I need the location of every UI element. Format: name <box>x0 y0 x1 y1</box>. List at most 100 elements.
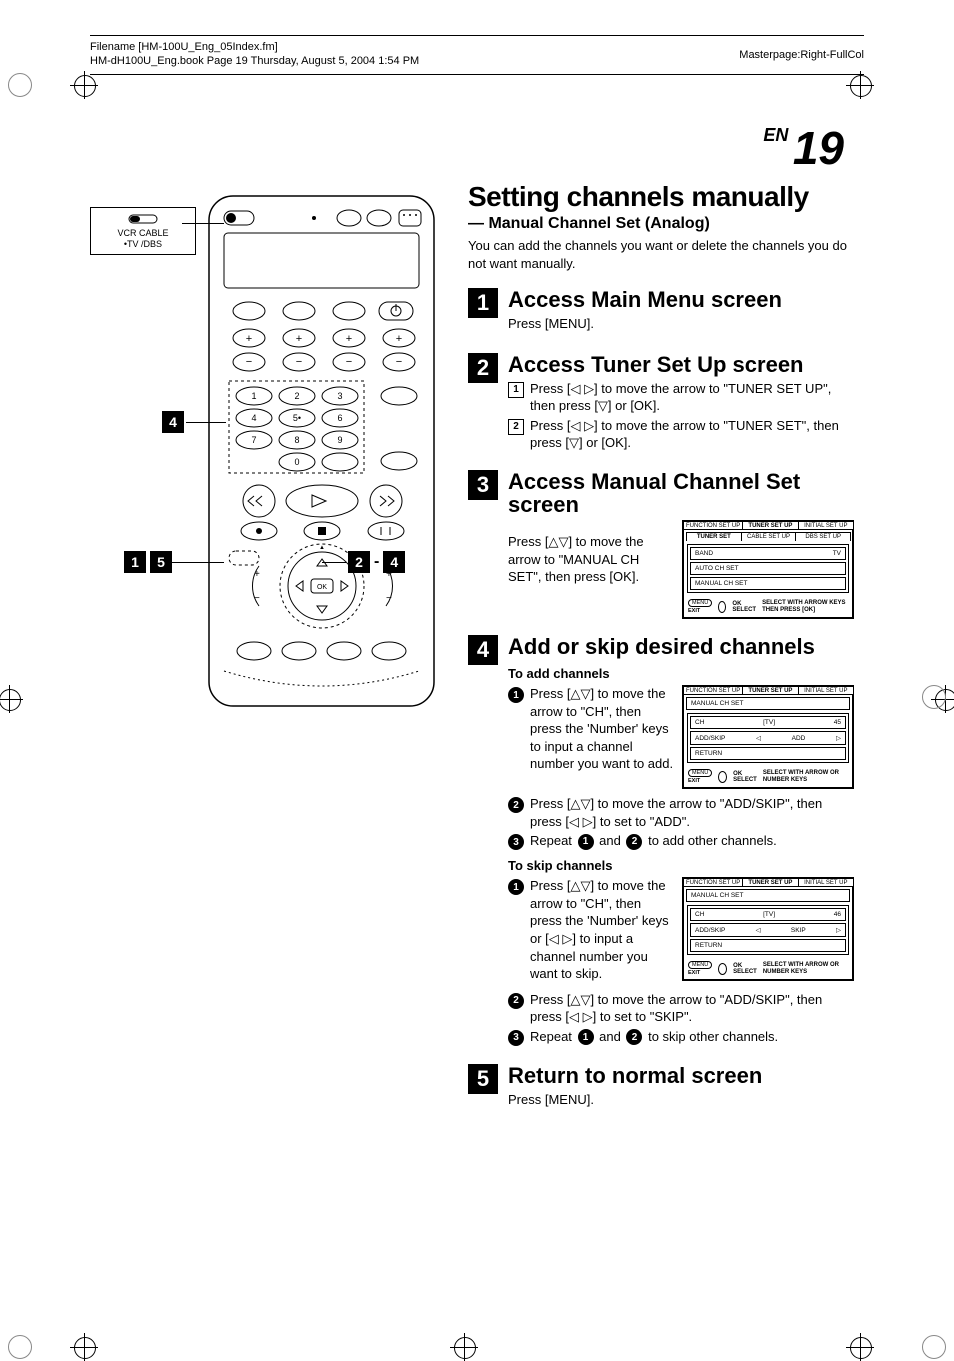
add-circ-1: 1 <box>508 687 524 703</box>
osd2-crumb: MANUAL CH SET <box>686 697 850 710</box>
osd2-t3: INITIAL SET UP <box>798 686 854 695</box>
svg-text:−: − <box>396 356 402 368</box>
svg-text:+: + <box>346 333 352 345</box>
osd3-t3: INITIAL SET UP <box>798 878 854 887</box>
osd3-r2l: ADD/SKIP <box>695 927 725 934</box>
osd1-sub-3: DBS SET UP <box>795 532 851 541</box>
osd-add: FUNCTION SET UP TUNER SET UP INITIAL SET… <box>682 685 854 789</box>
osd2-r1l: CH <box>695 719 704 726</box>
svg-text:+: + <box>396 333 402 345</box>
osd1-tab-1: FUNCTION SET UP <box>683 521 743 530</box>
crop-circle-bl <box>8 1335 32 1359</box>
crop-circle-br <box>922 1335 946 1359</box>
osd1-r1l: BAND <box>695 550 713 557</box>
step-5-heading: Return to normal screen <box>508 1064 854 1087</box>
svg-text:−: − <box>254 593 260 604</box>
header-band: Filename [HM-100U_Eng_05Index.fm] HM-dH1… <box>90 35 864 75</box>
crop-mark-tl <box>70 71 98 99</box>
osd-tuner-set: FUNCTION SET UP TUNER SET UP INITIAL SET… <box>682 520 854 619</box>
svg-text:5•: 5• <box>293 413 301 423</box>
leader-line-4 <box>186 422 226 423</box>
osd2-exit: EXIT <box>688 778 700 784</box>
svg-text:+: + <box>254 569 260 580</box>
page-num: 19 <box>793 122 844 174</box>
skip-channels-label: To skip channels <box>508 858 854 873</box>
svg-text:3: 3 <box>337 391 342 401</box>
osd1-exit: EXIT <box>688 608 700 614</box>
svg-text:+: + <box>246 333 252 345</box>
skip-circ-1: 1 <box>508 879 524 895</box>
filename-label: Filename [HM-100U_Eng_05Index.fm] <box>90 40 419 54</box>
step-2: 2 Access Tuner Set Up screen 1 Press [◁ … <box>468 353 854 454</box>
step-num-4: 4 <box>468 635 498 665</box>
badge-1: 1 <box>124 551 146 573</box>
crop-mark-tr <box>846 71 874 99</box>
svg-text:−: − <box>296 356 302 368</box>
section-subtitle: — Manual Channel Set (Analog) <box>468 215 854 233</box>
skip-circ-2: 2 <box>508 993 524 1009</box>
badge-5: 5 <box>150 551 172 573</box>
svg-text:−: − <box>386 593 392 604</box>
svg-text:4: 4 <box>251 413 256 423</box>
osd3-crumb: MANUAL CH SET <box>686 889 850 902</box>
svg-text:0: 0 <box>294 457 299 467</box>
svg-text:1: 1 <box>251 391 256 401</box>
step-3-text: Press [△▽] to move the arrow to "MANUAL … <box>508 533 674 586</box>
osd2-r2m: ◁ <box>756 734 761 742</box>
step-5: 5 Return to normal screen Press [MENU]. <box>468 1064 854 1113</box>
osd3-r3: RETURN <box>690 939 846 952</box>
step-4-heading: Add or skip desired channels <box>508 635 854 658</box>
step-2-sub2: Press [◁ ▷] to move the arrow to "TUNER … <box>530 417 854 452</box>
osd3-r2r: SKIP <box>791 927 806 934</box>
remote-illustration: VCR CABLE •TV /DBS 4 1 5 2 - 4 <box>100 191 440 716</box>
osd1-sub-1: TUNER SET <box>686 532 742 541</box>
page-lang: EN <box>763 125 788 145</box>
crop-circle-mr <box>922 685 946 709</box>
step-1-heading: Access Main Menu screen <box>508 288 854 311</box>
svg-text:−: − <box>246 356 252 368</box>
step-4-skip3: Repeat 1 and 2 to skip other channels. <box>530 1028 778 1046</box>
ok-icon <box>718 771 727 783</box>
page-number: EN 19 <box>0 125 844 171</box>
badge-dash: - <box>374 553 379 571</box>
osd2-r1m: [TV] <box>763 719 775 726</box>
osd2-r2r: ADD <box>792 735 806 742</box>
skip-circ-3: 3 <box>508 1030 524 1046</box>
badge-4: 4 <box>162 411 184 433</box>
crop-mark-bl <box>70 1333 98 1361</box>
ok-icon <box>718 963 727 975</box>
osd1-r1r: TV <box>833 550 841 557</box>
section-intro: You can add the channels you want or del… <box>468 237 854 272</box>
slider-icon <box>128 212 158 226</box>
svg-text:OK: OK <box>317 584 327 591</box>
osd2-t2: TUNER SET UP <box>742 686 798 695</box>
masterpage-label: Masterpage:Right-FullCol <box>739 49 864 61</box>
step-4-add1: Press [△▽] to move the arrow to "CH", th… <box>530 685 674 773</box>
osd1-select: SELECT <box>732 607 756 613</box>
step-num-1: 1 <box>468 288 498 318</box>
svg-text:+: + <box>296 333 302 345</box>
leader-line-24 <box>322 562 346 563</box>
svg-text:6: 6 <box>337 413 342 423</box>
svg-text:9: 9 <box>337 435 342 445</box>
step-num-3: 3 <box>468 470 498 500</box>
step-4-add2: Press [△▽] to move the arrow to "ADD/SKI… <box>530 795 854 830</box>
osd3-r1m: [TV] <box>763 911 775 918</box>
substep-box-1: 1 <box>508 382 524 398</box>
step-num-2: 2 <box>468 353 498 383</box>
section-title: Setting channels manually <box>468 181 854 213</box>
osd3-r2m: ◁ <box>756 926 761 934</box>
svg-text:2: 2 <box>294 391 299 401</box>
crop-mark-br <box>846 1333 874 1361</box>
remote-svg: + + + + − − − − 1 2 <box>204 191 439 711</box>
vcr-callout: VCR CABLE •TV /DBS <box>90 207 196 255</box>
badge-2: 2 <box>348 551 370 573</box>
osd2-r2r2: ▷ <box>836 734 841 742</box>
osd2-r2l: ADD/SKIP <box>695 735 725 742</box>
osd1-instr: SELECT WITH ARROW KEYS THEN PRESS [OK] <box>762 600 848 613</box>
step-5-text: Press [MENU]. <box>508 1091 854 1109</box>
osd3-t1: FUNCTION SET UP <box>683 878 743 887</box>
osd2-t1: FUNCTION SET UP <box>683 686 743 695</box>
osd1-sub-2: CABLE SET UP <box>741 532 797 541</box>
osd2-r3: RETURN <box>690 747 846 760</box>
